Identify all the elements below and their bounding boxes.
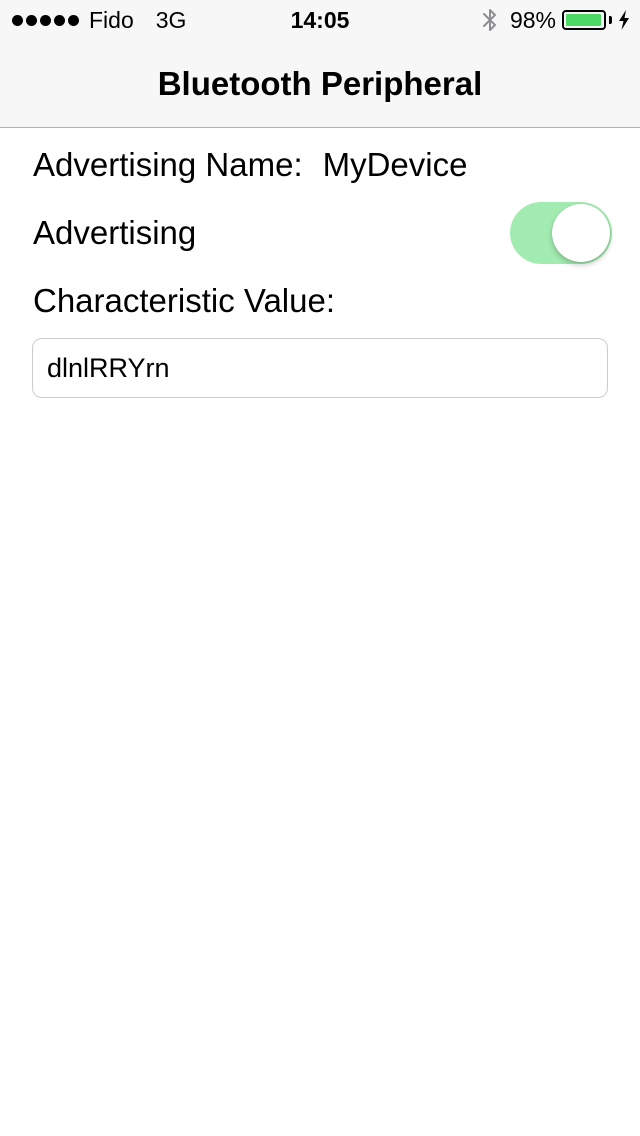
status-bar: Fido 3G 14:05 98%	[0, 0, 640, 40]
battery-nub	[609, 16, 612, 24]
navigation-bar: Bluetooth Peripheral	[0, 40, 640, 128]
characteristic-value-label: Characteristic Value:	[33, 282, 336, 319]
advertising-toggle[interactable]	[510, 202, 612, 264]
bolt-icon	[619, 10, 629, 30]
advertising-name-value: MyDevice	[322, 146, 468, 183]
bluetooth-icon	[482, 9, 496, 31]
advertising-label: Advertising	[33, 214, 197, 251]
battery-percent: 98%	[509, 6, 556, 33]
toggle-knob[interactable]	[552, 204, 610, 262]
page-title: Bluetooth Peripheral	[157, 65, 483, 102]
battery-icon	[562, 10, 606, 30]
advertising-name-row: Advertising Name: MyDevice	[33, 145, 467, 185]
advertising-name-label: Advertising Name:	[33, 146, 303, 183]
status-right: 98%	[480, 6, 630, 34]
battery-fill	[566, 14, 602, 26]
characteristic-value-field[interactable]	[32, 338, 608, 398]
